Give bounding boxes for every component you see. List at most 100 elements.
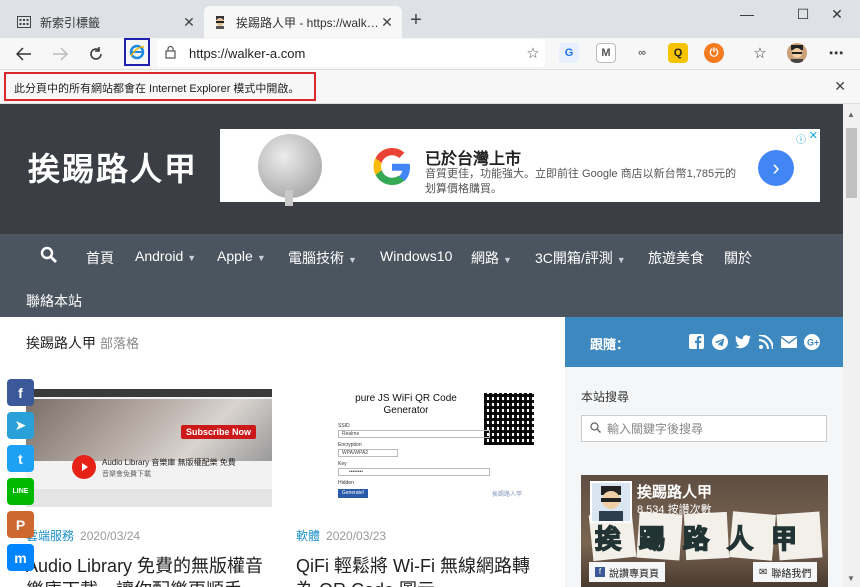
- tab-new[interactable]: 新索引標籤 ✕: [8, 6, 204, 38]
- link-extension-icon[interactable]: ∞: [632, 43, 652, 63]
- fb-like-page-button[interactable]: f 說讚專頁頁: [589, 562, 665, 582]
- sidebar: 跟隨： G+ 本站搜尋 輸入關鍵字後搜尋 挨踢路人甲 挨踢路人甲 8,534 按…: [565, 317, 843, 587]
- messenger-share-button[interactable]: m: [7, 544, 34, 571]
- post-category[interactable]: 軟體: [296, 529, 320, 543]
- messenger-icon: m: [14, 549, 27, 566]
- tab-title: 新索引標籤: [40, 15, 101, 30]
- nav-label: Windows10: [380, 248, 453, 264]
- nav-about[interactable]: 關於: [724, 248, 752, 268]
- url-text: https://walker-a.com: [189, 45, 306, 61]
- nav-contact[interactable]: 聯絡本站: [26, 291, 82, 311]
- plurk-share-button[interactable]: P: [7, 511, 34, 538]
- more-menu-icon[interactable]: ⋯: [826, 43, 846, 63]
- thumb-field-label: Key: [338, 461, 347, 467]
- scrollbar-thumb[interactable]: [846, 128, 857, 198]
- search-icon[interactable]: [40, 246, 57, 266]
- window-close-icon[interactable]: ✕: [814, 0, 860, 28]
- post-title[interactable]: Audio Library 免費的無版權音樂庫下載，讓你配樂更順手: [26, 554, 272, 587]
- telegram-icon: ➤: [14, 417, 27, 433]
- tab-close-icon[interactable]: ✕: [380, 14, 394, 31]
- line-icon: LINE: [12, 488, 29, 495]
- site-header: 挨踢路人甲 已於台灣上市 音質更佳，功能強大。立即前往 Google 商店以新台…: [0, 104, 843, 234]
- new-tab-button[interactable]: +: [405, 10, 427, 32]
- banner-close-icon[interactable]: ✕: [834, 78, 846, 95]
- post-card[interactable]: pure JS WiFi QR Code Generator SSID Real…: [296, 389, 542, 587]
- nav-home[interactable]: 首頁: [86, 248, 114, 268]
- favorites-icon[interactable]: ☆: [750, 43, 770, 63]
- site-search-input[interactable]: 輸入關鍵字後搜尋: [581, 415, 827, 442]
- fb-avatar[interactable]: [590, 481, 632, 523]
- tab-close-icon[interactable]: ✕: [182, 14, 196, 31]
- browser-bar: [26, 389, 272, 397]
- telegram-share-button[interactable]: ➤: [7, 412, 34, 439]
- fb-contact-button[interactable]: ✉ 聯絡我們: [753, 562, 818, 582]
- follow-label: 跟隨：: [590, 337, 630, 352]
- twitter-share-button[interactable]: t: [7, 445, 34, 472]
- thumb-encryption-field: WPA/WPA2: [338, 449, 398, 457]
- facebook-share-button[interactable]: f: [7, 379, 34, 406]
- rss-icon[interactable]: [757, 333, 774, 350]
- power-extension-icon[interactable]: ⏻: [704, 43, 724, 63]
- fb-page-name[interactable]: 挨踢路人甲: [637, 481, 712, 502]
- telegram-icon[interactable]: [711, 333, 728, 350]
- nav-travel-food[interactable]: 旅遊美食: [648, 248, 704, 268]
- newtab-grid-icon: [16, 14, 32, 30]
- caret-down-icon: ▼: [187, 253, 197, 263]
- tab-walker[interactable]: 挨踢路人甲 - https://walker-a.com ✕: [204, 6, 402, 38]
- adchoices-icon[interactable]: ⓘ: [796, 131, 806, 146]
- nav-label: 聯絡本站: [26, 293, 82, 309]
- gmail-extension-icon[interactable]: M: [596, 43, 616, 63]
- profile-avatar[interactable]: [787, 43, 807, 63]
- google-plus-icon[interactable]: G+: [803, 333, 820, 350]
- translate-extension-icon[interactable]: G: [559, 43, 579, 63]
- chevron-right-icon[interactable]: ›: [758, 150, 794, 186]
- web-page: 挨踢路人甲 已於台灣上市 音質更佳，功能強大。立即前往 Google 商店以新台…: [0, 104, 843, 587]
- scroll-up-arrow-icon[interactable]: ▲: [847, 110, 855, 119]
- browser-window: 新索引標籤 ✕ 挨踢路人甲 - https://walker-a.com ✕ +…: [0, 0, 860, 587]
- refresh-icon[interactable]: [82, 40, 110, 68]
- post-thumbnail[interactable]: pure JS WiFi QR Code Generator SSID Real…: [296, 389, 542, 507]
- post-card[interactable]: Subscribe Now Audio Library 音樂庫 無版權配樂 免費…: [26, 389, 272, 587]
- favorite-star-icon[interactable]: ☆: [521, 44, 545, 62]
- nav-network[interactable]: 網路 ▼: [471, 248, 512, 268]
- google-ad-banner[interactable]: 已於台灣上市 音質更佳，功能強大。立即前往 Google 商店以新台幣1,785…: [220, 129, 820, 206]
- nav-android[interactable]: Android ▼: [135, 248, 196, 264]
- breadcrumb-main[interactable]: 挨踢路人甲: [26, 335, 96, 351]
- tab-strip: 新索引標籤 ✕ 挨踢路人甲 - https://walker-a.com ✕ +…: [0, 0, 860, 38]
- search-icon: [590, 421, 602, 436]
- facebook-icon[interactable]: [688, 333, 705, 350]
- main-nav: 首頁 Android ▼ Apple ▼ 電腦技術 ▼ Windows10 網路 ▼ 3…: [0, 234, 843, 317]
- ie-mode-icon[interactable]: [124, 38, 150, 66]
- site-title[interactable]: 挨踢路人甲: [28, 144, 198, 190]
- twitter-icon[interactable]: [734, 333, 751, 350]
- lock-icon: [165, 45, 179, 62]
- back-arrow-icon[interactable]: [10, 40, 38, 68]
- post-date: 2020/03/23: [326, 529, 387, 543]
- ad-close-icon[interactable]: ✕: [809, 129, 818, 142]
- q-extension-icon[interactable]: Q: [668, 43, 688, 63]
- nav-apple[interactable]: Apple ▼: [217, 248, 266, 264]
- thumb-footer: [26, 489, 272, 507]
- line-share-button[interactable]: LINE: [7, 478, 34, 505]
- nav-3c-review[interactable]: 3C開箱/評測 ▼: [535, 248, 626, 268]
- caret-down-icon: ▼: [503, 255, 512, 265]
- nav-computer-tech[interactable]: 電腦技術 ▼: [288, 248, 357, 268]
- nav-label: 電腦技術: [288, 250, 344, 266]
- post-thumbnail[interactable]: Subscribe Now Audio Library 音樂庫 無版權配樂 免費…: [26, 389, 272, 507]
- mail-icon[interactable]: [780, 333, 797, 350]
- facebook-page-widget[interactable]: 挨踢路人甲 挨踢路人甲 8,534 按讚次數 f 說讚專頁頁 ✉ 聯絡我們: [581, 475, 828, 587]
- minimize-icon[interactable]: —: [724, 0, 770, 28]
- fb-contact-label: 聯絡我們: [771, 568, 812, 580]
- scroll-down-arrow-icon[interactable]: ▼: [847, 574, 855, 583]
- post-title[interactable]: QiFi 輕鬆將 Wi-Fi 無線網路轉為 QR Code 圖示: [296, 554, 542, 587]
- search-placeholder: 輸入關鍵字後搜尋: [607, 422, 704, 436]
- breadcrumb: 挨踢路人甲 部落格: [26, 333, 139, 353]
- twitter-icon: t: [18, 450, 23, 467]
- nav-windows10[interactable]: Windows10: [380, 248, 452, 264]
- page-scrollbar[interactable]: ▲ ▼: [843, 104, 860, 587]
- forward-arrow-icon[interactable]: [46, 40, 74, 68]
- walker-favicon: [212, 14, 228, 30]
- ad-headline: 已於台灣上市: [425, 151, 522, 168]
- nav-label: 首頁: [86, 250, 114, 266]
- address-bar[interactable]: https://walker-a.com ☆: [157, 39, 545, 67]
